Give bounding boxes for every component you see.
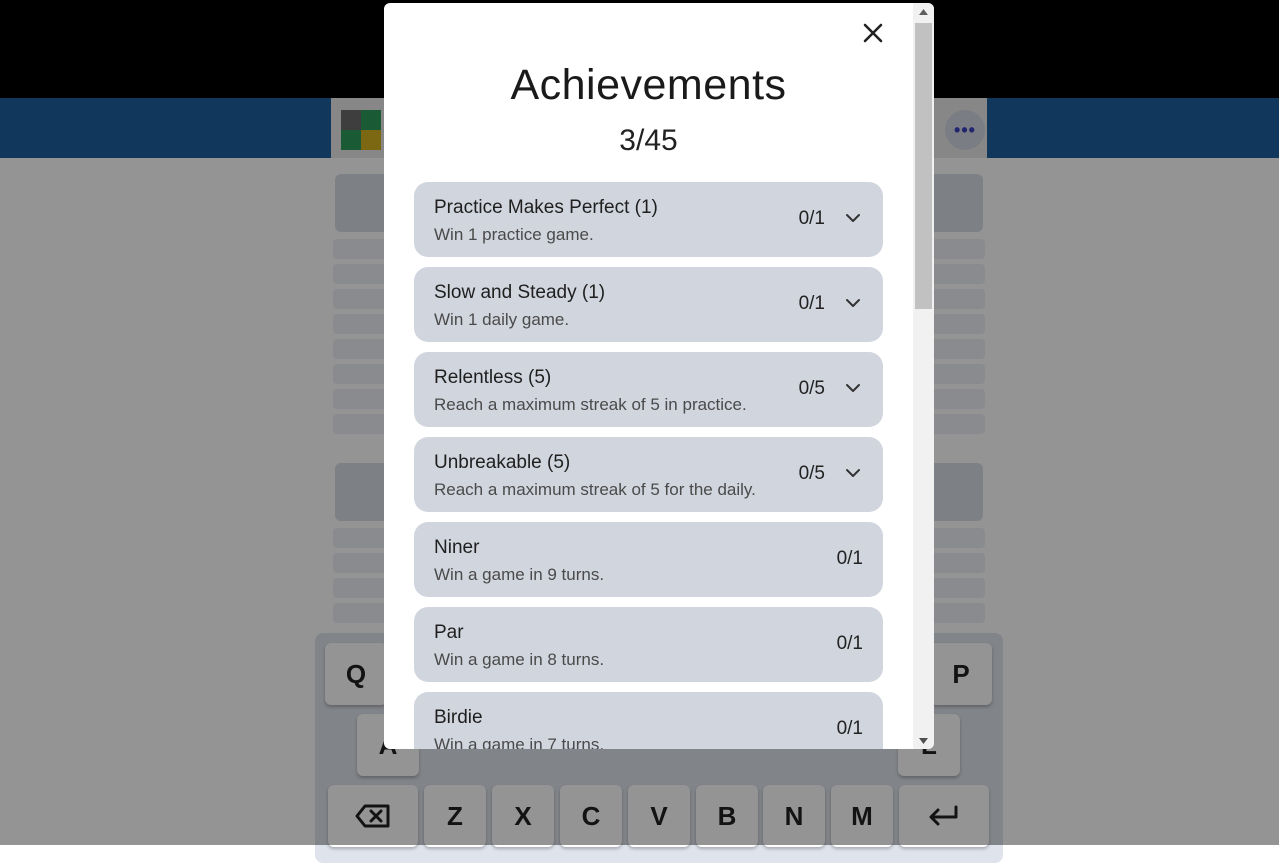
chevron-down-icon[interactable] — [845, 382, 861, 394]
achievement-description: Win a game in 8 turns. — [434, 650, 605, 669]
achievement-progress: 0/1 — [836, 718, 863, 739]
achievement-card[interactable]: Slow and Steady (1) Win 1 daily game. 0/… — [414, 267, 883, 342]
achievement-card[interactable]: Relentless (5) Reach a maximum streak of… — [414, 352, 883, 427]
achievement-progress: 0/1 — [836, 633, 863, 654]
scroll-down-arrow-icon — [919, 737, 928, 744]
achievement-description: Reach a maximum streak of 5 for the dail… — [434, 480, 756, 499]
achievement-progress: 0/5 — [798, 378, 825, 399]
achievement-card[interactable]: Unbreakable (5) Reach a maximum streak o… — [414, 437, 883, 512]
achievement-name: Practice Makes Perfect (1) — [434, 197, 658, 218]
chevron-down-icon[interactable] — [845, 297, 861, 309]
achievement-progress: 0/1 — [798, 208, 825, 229]
achievement-description: Win a game in 9 turns. — [434, 565, 605, 584]
achievements-modal: Achievements 3/45 Practice Makes Perfect… — [384, 3, 934, 749]
achievement-description: Reach a maximum streak of 5 in practice. — [434, 395, 747, 414]
modal-scrollbar[interactable] — [913, 3, 934, 749]
achievement-card[interactable]: Practice Makes Perfect (1) Win 1 practic… — [414, 182, 883, 257]
achievement-name: Unbreakable (5) — [434, 452, 571, 473]
close-icon — [863, 23, 883, 43]
chevron-down-icon[interactable] — [845, 467, 861, 479]
achievement-name: Birdie — [434, 707, 483, 728]
achievement-description: Win 1 practice game. — [434, 225, 594, 244]
achievement-progress: 0/5 — [798, 463, 825, 484]
achievements-list: Practice Makes Perfect (1) Win 1 practic… — [414, 182, 883, 749]
achievement-progress: 0/1 — [836, 548, 863, 569]
modal-content: Achievements 3/45 Practice Makes Perfect… — [384, 3, 913, 749]
modal-title: Achievements — [510, 61, 787, 109]
achievement-description: Win 1 daily game. — [434, 310, 570, 329]
chevron-down-icon[interactable] — [845, 212, 861, 224]
achievement-card: Par Win a game in 8 turns. 0/1 — [414, 607, 883, 682]
achievement-name: Relentless (5) — [434, 367, 552, 388]
achievement-name: Slow and Steady (1) — [434, 282, 606, 303]
scroll-down-button[interactable] — [913, 732, 934, 749]
scroll-up-arrow-icon — [919, 8, 928, 15]
achievement-card: Niner Win a game in 9 turns. 0/1 — [414, 522, 883, 597]
close-button[interactable] — [858, 18, 888, 48]
achievement-description: Win a game in 7 turns. — [434, 735, 605, 749]
achievement-card: Birdie Win a game in 7 turns. 0/1 — [414, 692, 883, 749]
achievement-name: Par — [434, 622, 464, 643]
achievements-count: 3/45 — [619, 124, 678, 157]
scroll-thumb[interactable] — [915, 23, 932, 309]
achievement-progress: 0/1 — [798, 293, 825, 314]
scroll-up-button[interactable] — [913, 3, 934, 20]
achievement-name: Niner — [434, 537, 480, 558]
